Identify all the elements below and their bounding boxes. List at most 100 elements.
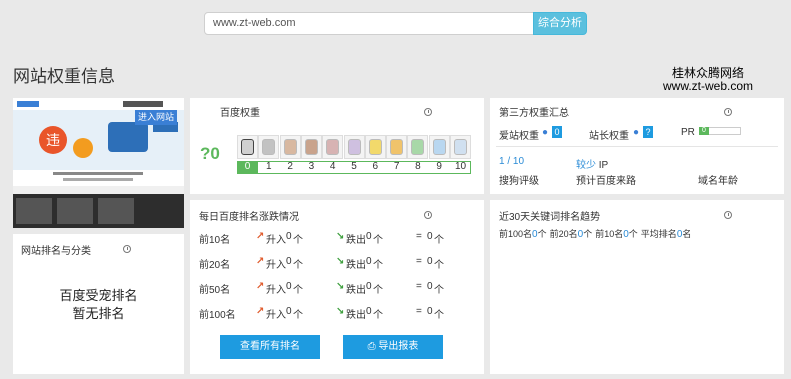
arrow-down-icon: ↘ (336, 306, 345, 317)
rank-panel-title: 网站排名与分类 (21, 246, 91, 257)
keyword-stat: 前100名0个 (499, 229, 547, 240)
arrow-up-icon: ↗ (256, 306, 265, 317)
weight-level-icon (343, 135, 365, 159)
keyword-stat-unit: 个 (583, 229, 593, 239)
arrow-up-icon: ↗ (256, 256, 265, 267)
keyword-stat-label: 前100名 (499, 229, 533, 239)
rank-line-1: 百度受宠排名 (59, 288, 138, 303)
rise-value: 0 (286, 306, 292, 317)
weight-level-label: 1 (266, 161, 272, 172)
clock-icon (724, 108, 732, 116)
weight-gem-icon (454, 139, 467, 155)
equals-sign: = (416, 231, 422, 242)
weight-level-icon (428, 135, 450, 159)
fall-unit: 个 (373, 235, 383, 246)
trend-row-label: 前50名 (199, 285, 231, 296)
equals-sign: = (416, 281, 422, 292)
rise-unit: 个 (293, 285, 303, 296)
screenshot-thumbnails (13, 194, 184, 228)
weight-level-icon (258, 135, 280, 159)
zhanzhang-label: 站长权重 (589, 131, 629, 142)
trend-row-label: 前100名 (199, 310, 236, 321)
baidu-weight-title: 百度权重 (220, 108, 260, 119)
keyword-trend-panel: 近30天关键词排名趋势 前100名0个 前20名0个 前10名0个 平均排名0名 (490, 200, 784, 374)
weight-gem-icon (283, 139, 297, 155)
trend-row-label: 前20名 (199, 260, 231, 271)
weight-gem-icon (390, 139, 404, 155)
weight-level-label: 10 (454, 161, 467, 172)
weight-level-label: 5 (351, 161, 357, 172)
zhanzhang-value: ? (643, 126, 653, 138)
weight-level-label: 6 (372, 161, 379, 172)
net-unit: 个 (434, 260, 444, 271)
net-unit: 个 (434, 310, 444, 321)
brand-url: www.zt-web.com (662, 79, 754, 93)
net-value: 0 (427, 231, 433, 242)
fall-label: 跌出 (346, 260, 366, 271)
weight-level-icon (450, 135, 471, 159)
net-unit: 个 (434, 235, 444, 246)
third-party-panel: 第三方权重汇总 爱站权重 ● 0 站长权重 ● ? PR 0 1 / 10 搜狗… (490, 98, 784, 194)
net-unit: 个 (434, 285, 444, 296)
fall-value: 0 (366, 256, 372, 267)
aizhan-value: 0 (552, 126, 562, 138)
rank-line-2: 暂无排名 (72, 306, 125, 321)
weight-level-icon (237, 135, 258, 159)
weight-gem-icon (368, 139, 382, 155)
fall-unit: 个 (373, 260, 383, 271)
weight-gem-icon (432, 139, 446, 155)
weight-level-label: 2 (287, 161, 293, 172)
weight-gem-icon (326, 139, 340, 155)
view-all-rankings-button[interactable]: 查看所有排名 (220, 335, 320, 359)
export-report-button[interactable]: ⎙ 导出报表 (343, 335, 443, 359)
pr-label: PR (681, 127, 695, 138)
keyword-stat-label: 平均排名 (640, 229, 677, 239)
domain-age-label: 域名年龄 (698, 176, 738, 187)
baidu-weight-value: ?0 (200, 144, 220, 163)
weight-level-label: 3 (308, 161, 315, 172)
clock-icon (724, 211, 732, 219)
sogou-value: 1 / 10 (499, 156, 525, 167)
clock-icon (123, 245, 131, 253)
divider (496, 146, 778, 147)
weight-gem-icon (411, 139, 425, 155)
arrow-up-icon: ↗ (256, 281, 265, 292)
rise-value: 0 (286, 256, 292, 267)
weight-level-icon (300, 135, 322, 159)
rise-value: 0 (286, 281, 292, 292)
arrow-down-icon: ↘ (336, 256, 345, 267)
third-party-title: 第三方权重汇总 (499, 108, 569, 119)
paw-icon: ● (542, 127, 549, 138)
rise-unit: 个 (293, 260, 303, 271)
rise-unit: 个 (293, 235, 303, 246)
arrow-down-icon: ↘ (336, 231, 345, 242)
svg-text:违: 违 (46, 133, 60, 149)
enter-site-button[interactable]: 进入网站 (135, 110, 177, 125)
weight-gem-icon (241, 139, 254, 155)
fall-value: 0 (366, 231, 372, 242)
weight-level-icon (279, 135, 301, 159)
clock-icon (424, 108, 432, 116)
weight-level-label: 8 (415, 161, 421, 172)
traffic-label: 预计百度来路 (576, 176, 636, 187)
search-input[interactable]: www.zt-web.com (204, 12, 534, 35)
fall-unit: 个 (373, 285, 383, 296)
keyword-stat-label: 前10名 (595, 229, 624, 239)
weight-level-icon (364, 135, 386, 159)
fall-label: 跌出 (346, 235, 366, 246)
keyword-stat-label: 前20名 (549, 229, 578, 239)
weight-gem-icon (262, 139, 276, 155)
print-icon: ⎙ (367, 341, 376, 352)
keyword-stat: 前20名0个 (549, 229, 593, 240)
net-value: 0 (427, 306, 433, 317)
traffic-unit: IP (598, 160, 609, 171)
rise-value: 0 (286, 231, 292, 242)
rise-label: 升入 (266, 235, 286, 246)
clock-icon (424, 211, 432, 219)
weight-level-label: 4 (329, 161, 336, 172)
fall-label: 跌出 (346, 310, 366, 321)
aizhan-label: 爱站权重 (499, 131, 539, 142)
page-title: 网站权重信息 (13, 67, 115, 86)
analyze-button[interactable]: 综合分析 (533, 12, 587, 35)
weight-gem-icon (304, 139, 318, 155)
